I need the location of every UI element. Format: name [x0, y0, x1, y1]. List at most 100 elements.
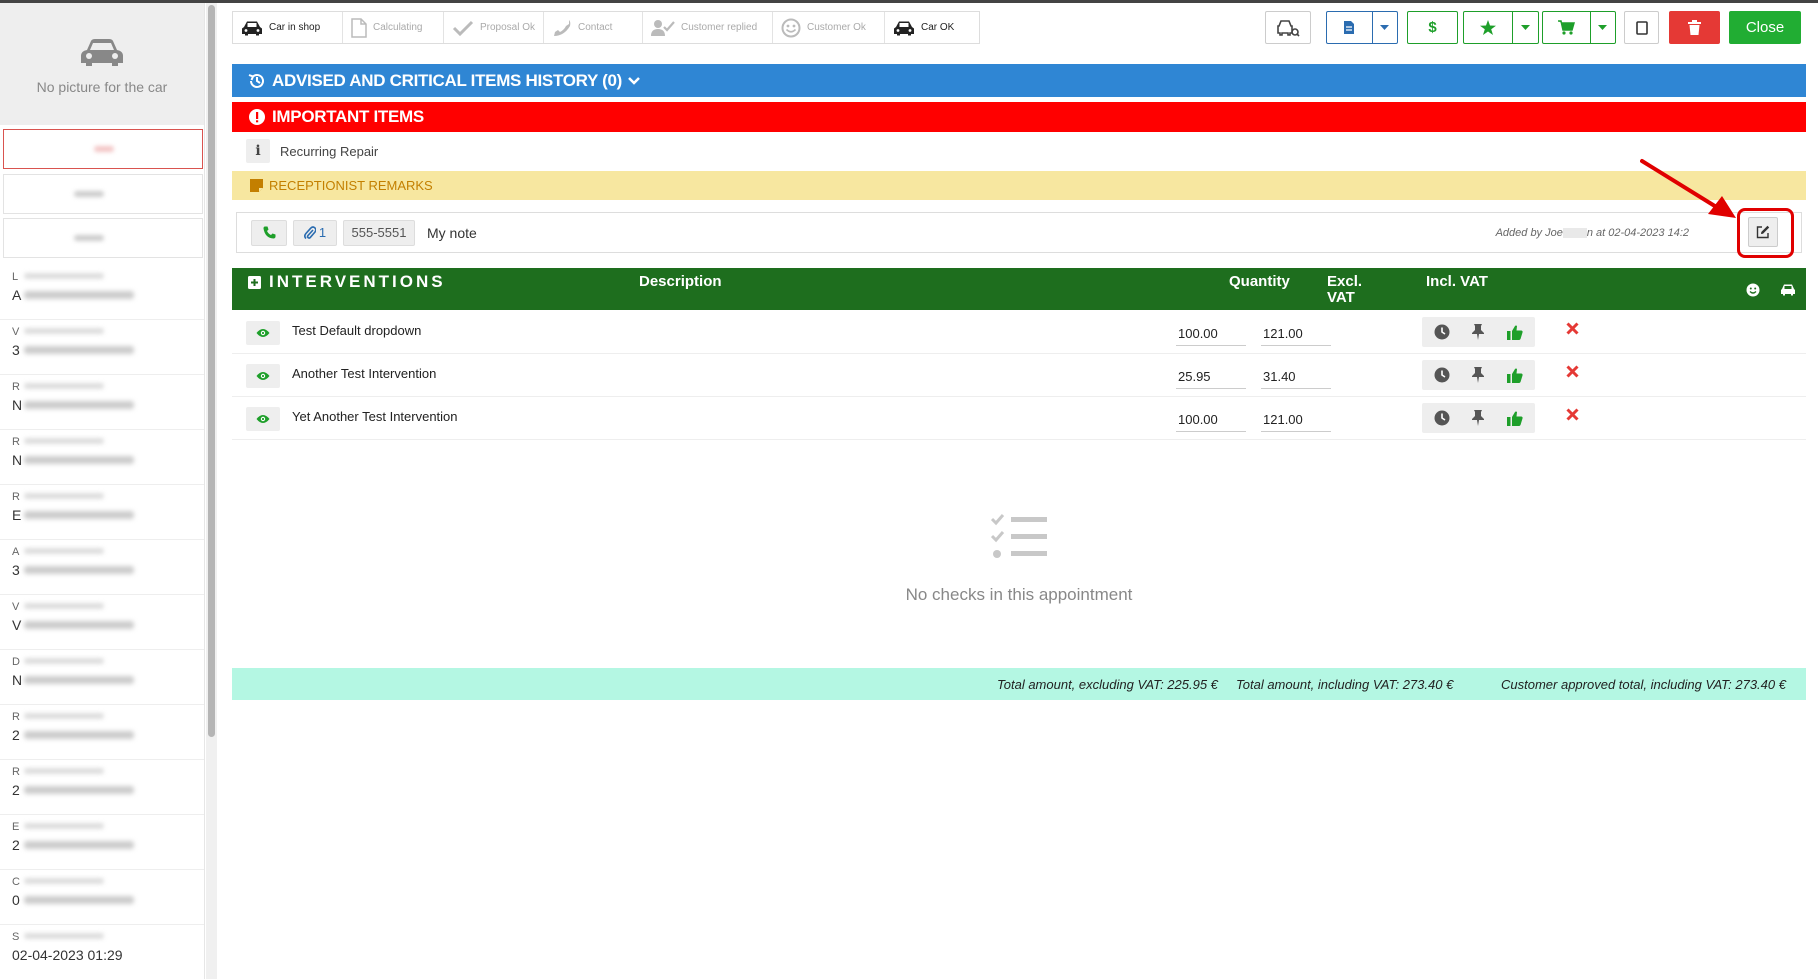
approve-button[interactable]	[1495, 403, 1535, 433]
remark-note-text: My note	[427, 224, 477, 241]
sidebar-field: C0	[0, 870, 204, 925]
incl-vat-input[interactable]	[1261, 322, 1331, 346]
delete-icon[interactable]	[1566, 408, 1579, 421]
approve-button[interactable]	[1495, 317, 1535, 347]
field-value: 0	[12, 892, 20, 908]
delete-icon[interactable]	[1566, 322, 1579, 335]
sidebar-field: E2	[0, 815, 204, 870]
receptionist-remarks-title: RECEPTIONIST REMARKS	[269, 178, 433, 193]
intervention-name[interactable]: Another Test Intervention	[292, 366, 436, 381]
field-label: R	[12, 711, 20, 723]
history-icon	[248, 73, 264, 88]
info-icon: i	[246, 139, 270, 163]
field-label: R	[12, 491, 20, 503]
total-excl-vat: Total amount, excluding VAT: 225.95 €	[997, 677, 1218, 692]
chevron-down-icon[interactable]	[1511, 12, 1538, 43]
pin-button[interactable]	[1458, 403, 1498, 433]
approve-button[interactable]	[1495, 360, 1535, 390]
incl-vat-input[interactable]	[1261, 408, 1331, 432]
schedule-button[interactable]	[1422, 360, 1462, 390]
smiley-icon	[781, 18, 801, 38]
field-label: D	[12, 656, 20, 668]
clock-icon	[1434, 410, 1450, 426]
plus-square-icon[interactable]	[248, 275, 261, 289]
pin-button[interactable]	[1458, 360, 1498, 390]
car-icon	[81, 39, 123, 66]
col-incl-vat: Incl. VAT	[1426, 273, 1488, 290]
redacted-name	[1562, 228, 1587, 239]
paperclip-icon	[303, 225, 316, 239]
excl-vat-input[interactable]	[1176, 365, 1246, 389]
field-label: L	[12, 271, 19, 283]
step-contact[interactable]: Contact	[544, 12, 643, 43]
price-button[interactable]: $	[1407, 11, 1458, 44]
step-proposal-ok[interactable]: Proposal Ok	[444, 12, 544, 43]
excl-vat-input[interactable]	[1176, 408, 1246, 432]
eye-icon	[256, 415, 270, 423]
schedule-button[interactable]	[1422, 317, 1462, 347]
chevron-down-icon[interactable]	[1371, 12, 1397, 43]
step-calculating[interactable]: Calculating	[343, 12, 444, 43]
exclamation-circle-icon	[249, 109, 265, 125]
field-value: 02-04-2023 01:29	[12, 947, 123, 963]
chevron-down-icon[interactable]	[1589, 12, 1615, 43]
sticky-note-icon	[250, 179, 263, 192]
col-excl-vat: Excl. VAT	[1327, 274, 1362, 306]
excl-vat-input[interactable]	[1176, 322, 1246, 346]
checks-empty-state: No checks in this appointment	[232, 512, 1806, 605]
incl-vat-input[interactable]	[1261, 365, 1331, 389]
close-button[interactable]: Close	[1729, 11, 1801, 44]
totals-bar: Total amount, excluding VAT: 225.95 € To…	[232, 668, 1806, 700]
toggle-visibility-button[interactable]	[246, 407, 280, 431]
step-car-ok[interactable]: Car OK	[885, 12, 979, 43]
intervention-name[interactable]: Yet Another Test Intervention	[292, 409, 458, 424]
toggle-visibility-button[interactable]	[246, 321, 280, 345]
cart-icon	[1543, 20, 1590, 35]
important-item-text: Recurring Repair	[280, 143, 379, 159]
total-incl-vat: Total amount, including VAT: 273.40 €	[1236, 677, 1454, 692]
step-label: Customer Ok	[807, 22, 866, 33]
scrollbar-thumb[interactable]	[208, 5, 215, 737]
top-border	[0, 0, 1818, 3]
sidebar-box[interactable]	[3, 218, 203, 258]
step-customer-replied[interactable]: Customer replied	[643, 12, 773, 43]
delete-button[interactable]	[1669, 11, 1720, 44]
cart-button[interactable]	[1542, 11, 1616, 44]
field-label: A	[12, 546, 20, 558]
sidebar-field: S 02-04-2023 01:29	[0, 925, 204, 979]
field-label: R	[12, 381, 20, 393]
favorite-button[interactable]	[1463, 11, 1539, 44]
intervention-row: Another Test Intervention	[232, 354, 1806, 397]
sidebar-box[interactable]	[3, 174, 203, 214]
field-value: V	[12, 617, 22, 633]
car-photo-placeholder: No picture for the car	[0, 3, 204, 125]
phone-number-chip[interactable]: 555-5551	[343, 219, 415, 246]
intervention-name[interactable]: Test Default dropdown	[292, 323, 421, 338]
trash-icon	[1688, 20, 1701, 35]
car-key-icon	[1277, 19, 1300, 37]
sidebar-field: A3	[0, 540, 204, 595]
check-icon	[452, 20, 474, 36]
receptionist-remarks-header: RECEPTIONIST REMARKS	[232, 171, 1806, 200]
schedule-button[interactable]	[1422, 403, 1462, 433]
advised-items-header[interactable]: ADVISED AND CRITICAL ITEMS HISTORY (0)	[232, 64, 1806, 97]
toggle-visibility-button[interactable]	[246, 364, 280, 388]
important-item-row: i Recurring Repair	[232, 136, 1806, 166]
field-label: S	[12, 931, 20, 943]
sidebar-field: R2	[0, 705, 204, 760]
sidebar-status-box[interactable]	[3, 129, 203, 169]
field-value: 2	[12, 837, 20, 853]
sidebar-scrollbar[interactable]	[206, 3, 217, 979]
document-button[interactable]	[1326, 11, 1398, 44]
pin-button[interactable]	[1458, 317, 1498, 347]
attachments-button[interactable]: 1	[293, 219, 337, 246]
document-icon	[351, 17, 367, 38]
col-quantity: Quantity	[1229, 273, 1290, 290]
step-customer-ok[interactable]: Customer Ok	[773, 12, 885, 43]
pin-icon	[1472, 367, 1484, 383]
delete-icon[interactable]	[1566, 365, 1579, 378]
car-transfer-button[interactable]	[1265, 11, 1311, 44]
tablet-button[interactable]	[1624, 11, 1659, 44]
call-button[interactable]	[251, 219, 287, 246]
step-car-in-shop[interactable]: Car in shop	[233, 12, 343, 43]
